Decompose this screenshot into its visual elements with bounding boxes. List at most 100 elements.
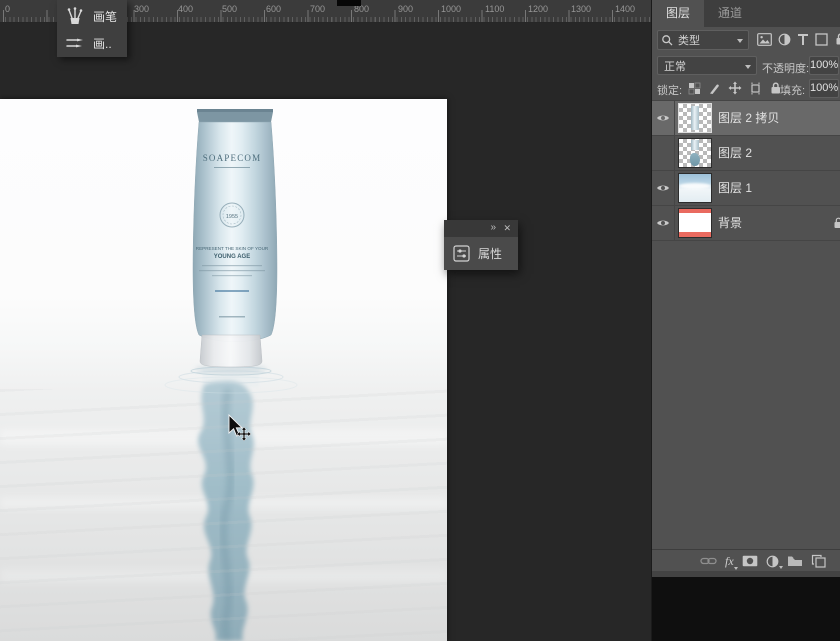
layer-name: 背景 [718, 216, 743, 230]
flyout-item-brush-settings[interactable]: 画.. [57, 30, 127, 56]
properties-panel-tab[interactable]: 属性 [444, 237, 518, 270]
layer-name: 图层 2 拷贝 [718, 111, 780, 125]
blend-mode-dropdown[interactable]: 正常 [657, 56, 757, 75]
chevron-down-icon [737, 39, 743, 43]
product-seal-year: 1955 [226, 214, 238, 220]
layer-style-button[interactable]: fx [725, 554, 738, 570]
thumbnail-reflection [690, 153, 700, 166]
ruler-label: 400 [178, 4, 194, 14]
lock-transparency-icon[interactable] [688, 82, 701, 95]
tab-layers[interactable]: 图层 [652, 0, 704, 27]
ruler-label: 300 [134, 4, 150, 14]
filter-type-label: 类型 [678, 35, 700, 47]
search-icon [662, 34, 673, 45]
properties-panel-header[interactable]: » ✕ [444, 220, 518, 238]
collapse-panel-icon[interactable]: » [490, 222, 496, 233]
water-texture [0, 389, 447, 641]
layer-thumbnail[interactable] [679, 174, 711, 202]
chevron-down-icon [733, 566, 738, 570]
ruler-label: 900 [398, 4, 414, 14]
panel-tab-bar: 图层 通道 [652, 0, 840, 27]
window-notch [337, 0, 361, 6]
blend-mode-value: 正常 [664, 60, 686, 73]
fill-label: 填充: [780, 85, 806, 97]
lock-position-icon[interactable] [728, 81, 742, 95]
visibility-toggle[interactable] [652, 136, 675, 170]
document-canvas[interactable]: SOAPECOM 1955 REPRESENT THE SKIN OF YOUR… [0, 99, 447, 641]
thumbnail-cloud [679, 183, 711, 189]
filter-smart-objects-icon[interactable] [834, 32, 840, 46]
layer-row-layer2[interactable]: 图层 2 [652, 135, 840, 170]
ruler-label: 1200 [528, 4, 549, 14]
blend-mode-row: 正常 不透明度: 100% [652, 53, 840, 77]
chevron-down-icon [778, 565, 783, 569]
lock-label: 锁定: [657, 85, 683, 97]
ruler-label: 1000 [441, 4, 462, 14]
layers-panel-footer: fx [652, 549, 840, 572]
fill-value[interactable]: 100% [809, 79, 839, 98]
chevron-down-icon [745, 65, 751, 69]
eye-icon [657, 220, 669, 226]
new-group-button[interactable] [787, 555, 803, 567]
lock-artboard-icon[interactable] [749, 82, 762, 95]
layer-filter-type-dropdown[interactable]: 类型 [657, 30, 749, 50]
layer-thumbnail[interactable] [679, 139, 711, 167]
new-layer-button[interactable] [811, 554, 826, 568]
visibility-toggle[interactable] [652, 206, 675, 240]
thumbnail-red-bar [679, 209, 711, 213]
filter-shape-layers-icon[interactable] [815, 32, 828, 46]
lock-row: 锁定: 填充: 100% [652, 77, 840, 101]
opacity-label: 不透明度: [762, 63, 810, 75]
new-adjustment-layer-button[interactable] [766, 555, 783, 569]
layer-name: 图层 2 [718, 146, 753, 160]
layer-filter-row: 类型 [652, 27, 840, 53]
opacity-value[interactable]: 100% [809, 56, 839, 75]
close-panel-icon[interactable]: ✕ [503, 223, 511, 234]
filter-adjustment-layers-icon[interactable] [778, 33, 791, 46]
brush-settings-icon [66, 38, 83, 48]
tube-cap [199, 334, 263, 368]
lock-image-pixels-icon[interactable] [708, 82, 721, 95]
visibility-toggle[interactable] [652, 171, 675, 205]
brush-presets-icon [67, 7, 83, 24]
properties-icon [453, 245, 470, 262]
flyout-item-brushes[interactable]: 画笔 [57, 3, 127, 29]
new-group-icon [787, 556, 802, 566]
eye-icon [657, 115, 669, 121]
tube-crimp [197, 109, 273, 112]
filter-pixel-layers-icon[interactable] [757, 32, 772, 46]
ruler-label: 1100 [485, 4, 505, 14]
layers-panel: 图层 通道 类型 正常 不透明度: 100% 锁定: 填充: 100% 图层 2… [651, 0, 840, 641]
properties-panel-title: 属性 [478, 247, 503, 261]
layer-name: 图层 1 [718, 181, 753, 195]
background-lock-icon[interactable] [833, 217, 840, 229]
ruler-label: 600 [266, 4, 282, 14]
link-layers-button[interactable] [700, 555, 717, 567]
adjustment-layer-icon [766, 555, 779, 567]
add-layer-mask-button[interactable] [742, 555, 758, 567]
ruler-label: 1400 [615, 4, 636, 14]
filter-type-layers-icon[interactable] [797, 33, 809, 46]
layer-thumbnail[interactable] [679, 104, 711, 132]
panel-empty-area [652, 577, 840, 641]
layer-row-layer2-copy[interactable]: 图层 2 拷贝 [652, 100, 840, 135]
photoshop-window: SOAPECOM 1955 REPRESENT THE SKIN OF YOUR… [0, 0, 840, 641]
flyout-item-label: 画笔 [93, 9, 118, 24]
layer-thumbnail[interactable] [679, 209, 711, 237]
visibility-toggle[interactable] [652, 101, 675, 135]
ruler-label: 700 [310, 4, 326, 14]
ruler-label: 0 [5, 4, 11, 14]
layer-row-layer1[interactable]: 图层 1 [652, 170, 840, 205]
tab-channels[interactable]: 通道 [704, 0, 756, 27]
new-layer-icon [811, 554, 826, 568]
canvas-pasteboard: SOAPECOM 1955 REPRESENT THE SKIN OF YOUR… [0, 0, 651, 641]
layer-row-background[interactable]: 背景 [652, 205, 840, 240]
layer-list: 图层 2 拷贝 图层 2 图层 1 背景 [652, 100, 840, 241]
thumbnail-tube [691, 106, 699, 130]
ruler-label: 500 [222, 4, 238, 14]
thumbnail-red-bar [679, 232, 711, 237]
add-mask-icon [742, 555, 757, 567]
move-tool-cursor [228, 414, 252, 442]
product-tagline-1: REPRESENT THE SKIN OF YOUR [196, 246, 269, 251]
link-layers-icon [700, 557, 717, 565]
